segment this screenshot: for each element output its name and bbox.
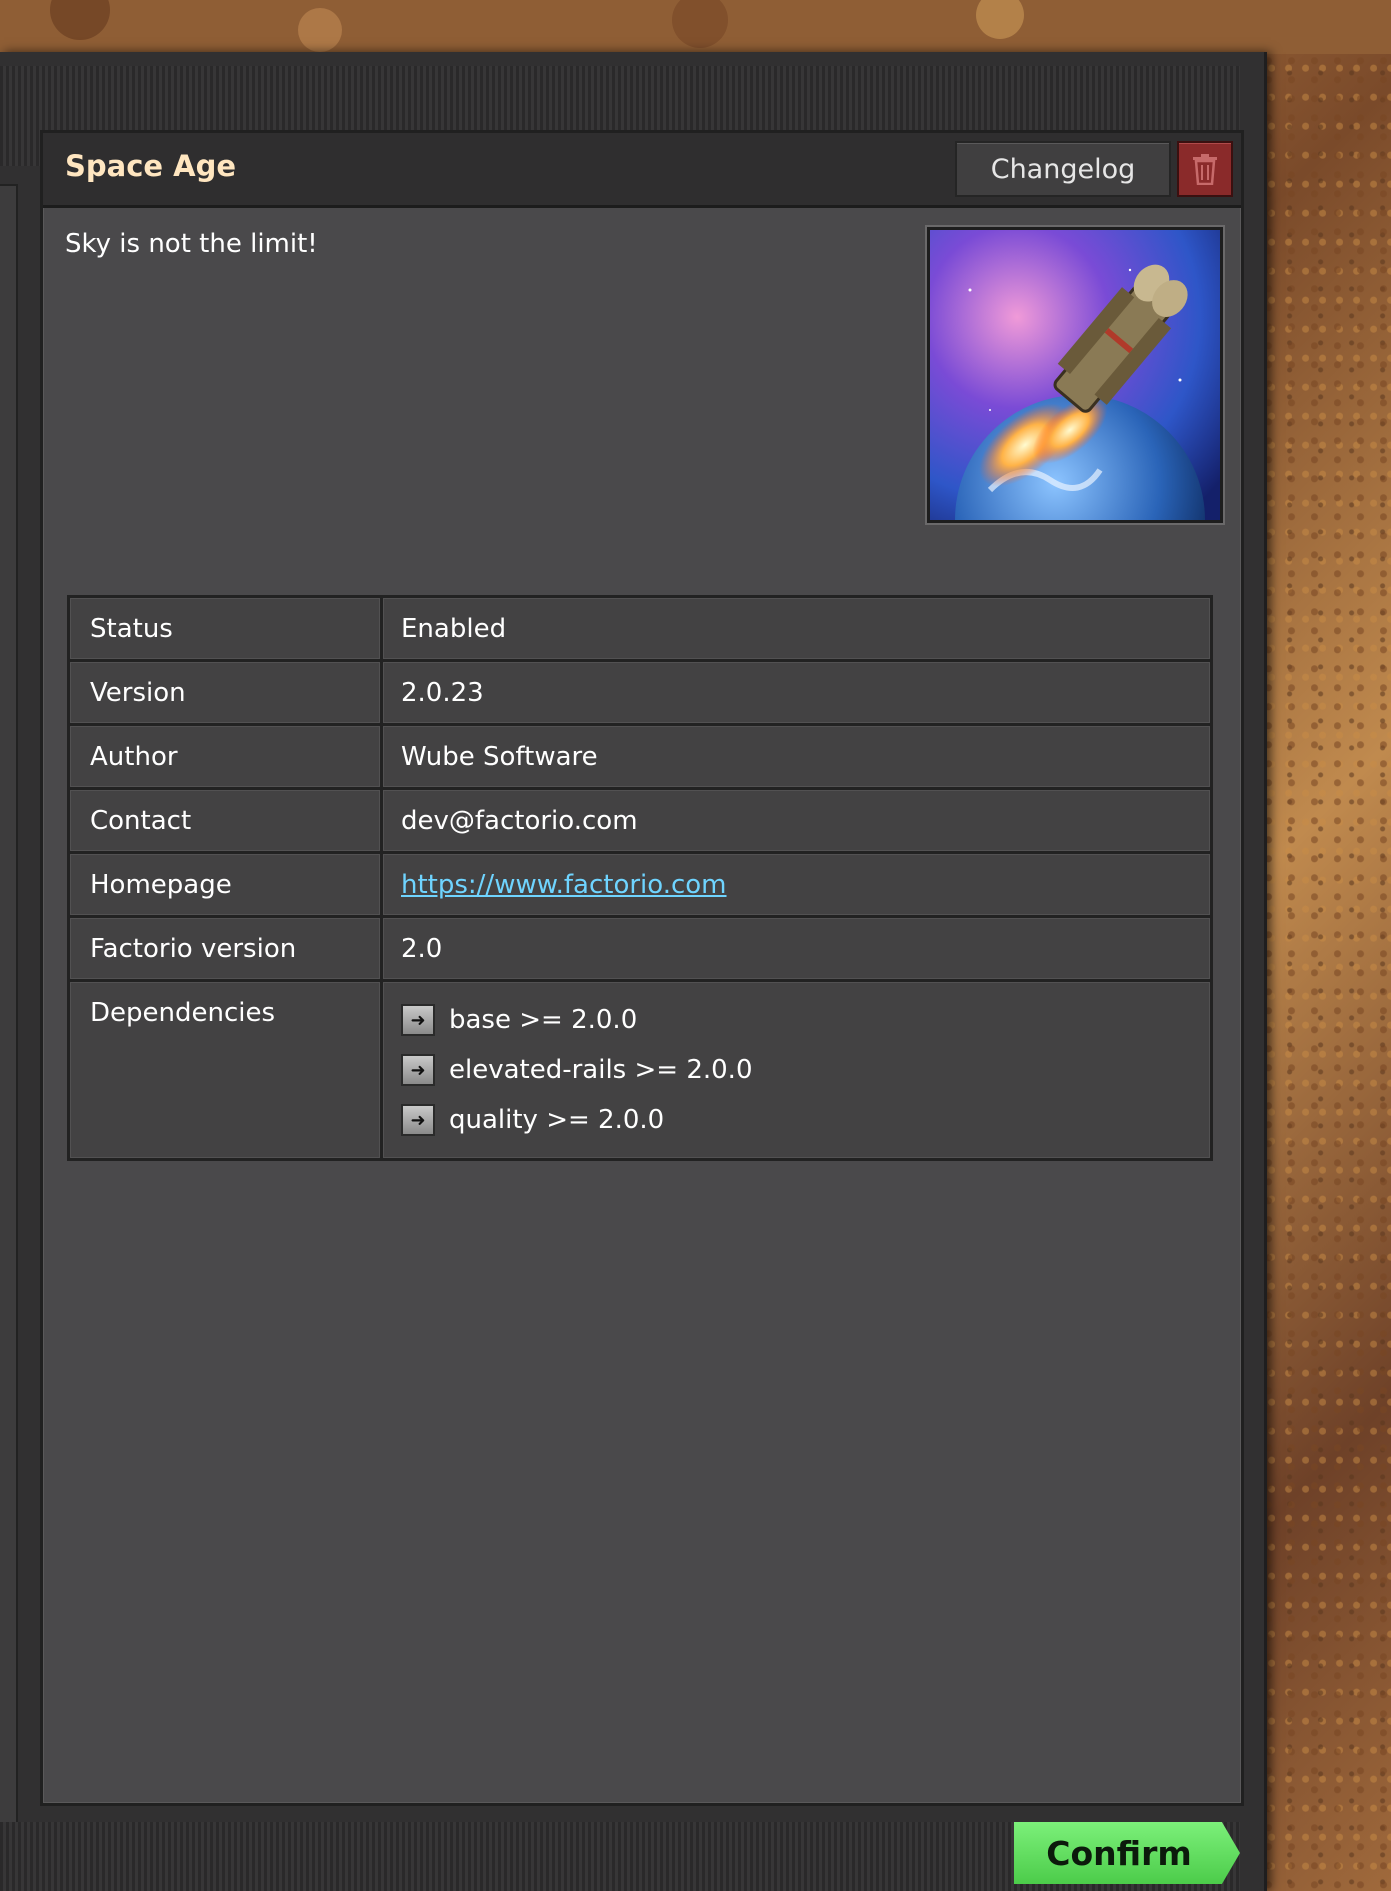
version-value: 2.0.23	[383, 662, 1210, 723]
factorio-version-label: Factorio version	[70, 918, 383, 979]
status-value: Enabled	[383, 598, 1210, 659]
contact-label: Contact	[70, 790, 383, 851]
arrow-right-icon: ➜	[401, 1004, 435, 1036]
info-row-status: Status Enabled	[70, 598, 1210, 662]
trash-icon	[1193, 154, 1217, 185]
factorio-version-value: 2.0	[383, 918, 1210, 979]
contact-value: dev@factorio.com	[383, 790, 1210, 851]
status-label: Status	[70, 598, 383, 659]
dependency-label: base >= 2.0.0	[449, 1005, 638, 1035]
dependency-label: quality >= 2.0.0	[449, 1105, 665, 1135]
author-label: Author	[70, 726, 383, 787]
mod-thumbnail	[925, 225, 1225, 525]
rocket-thumbnail-image	[930, 230, 1220, 520]
mod-description: Sky is not the limit!	[65, 229, 318, 259]
delete-button[interactable]	[1177, 141, 1233, 197]
mod-title: Space Age	[65, 149, 237, 183]
info-row-dependencies: Dependencies ➜ base >= 2.0.0 ➜ elevated-…	[70, 982, 1210, 1158]
mod-settings-window: Space Age Changelog Sky is not the limit…	[0, 52, 1267, 1891]
dependencies-list: ➜ base >= 2.0.0 ➜ elevated-rails >= 2.0.…	[383, 982, 1210, 1158]
arrow-right-icon: ➜	[401, 1104, 435, 1136]
info-row-contact: Contact dev@factorio.com	[70, 790, 1210, 854]
dependency-item[interactable]: ➜ elevated-rails >= 2.0.0	[401, 1054, 752, 1086]
info-row-factorio-version: Factorio version 2.0	[70, 918, 1210, 982]
author-value: Wube Software	[383, 726, 1210, 787]
info-row-homepage: Homepage https://www.factorio.com	[70, 854, 1210, 918]
info-row-version: Version 2.0.23	[70, 662, 1210, 726]
version-label: Version	[70, 662, 383, 723]
confirm-button[interactable]: Confirm	[1014, 1822, 1240, 1884]
homepage-cell: https://www.factorio.com	[383, 854, 1210, 915]
arrow-right-icon: ➜	[401, 1054, 435, 1086]
mod-detail-panel: Space Age Changelog Sky is not the limit…	[40, 130, 1244, 1806]
terrain-background	[0, 0, 1391, 54]
homepage-label: Homepage	[70, 854, 383, 915]
dependencies-label: Dependencies	[70, 982, 383, 1158]
dependency-label: elevated-rails >= 2.0.0	[449, 1055, 753, 1085]
mod-header: Space Age Changelog	[43, 133, 1241, 208]
mod-list-panel-edge	[0, 184, 18, 1853]
dependency-item[interactable]: ➜ base >= 2.0.0	[401, 1004, 637, 1036]
homepage-link[interactable]: https://www.factorio.com	[401, 870, 727, 900]
changelog-button[interactable]: Changelog	[955, 141, 1171, 197]
dependency-item[interactable]: ➜ quality >= 2.0.0	[401, 1104, 664, 1136]
mod-info-table: Status Enabled Version 2.0.23 Author Wub…	[67, 595, 1213, 1161]
info-row-author: Author Wube Software	[70, 726, 1210, 790]
